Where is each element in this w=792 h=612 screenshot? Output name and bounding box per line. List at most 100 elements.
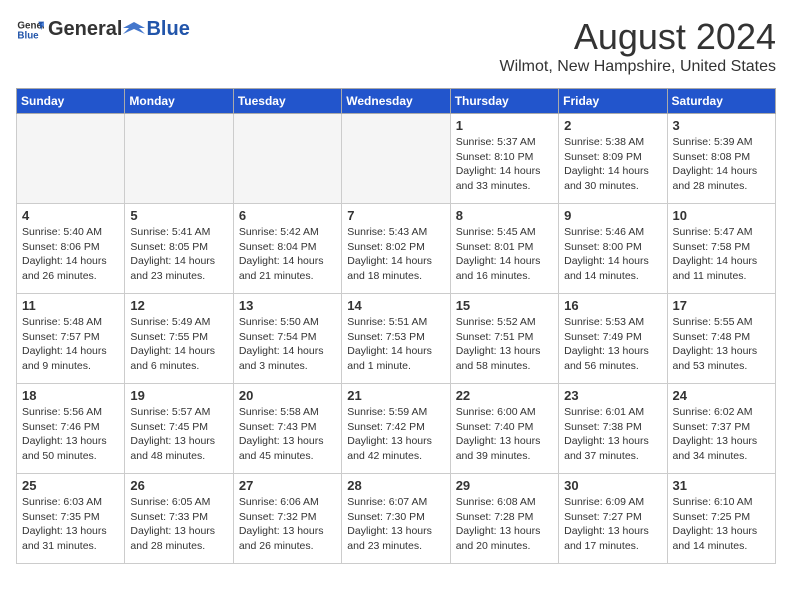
calendar-cell-7: 7Sunrise: 5:43 AMSunset: 8:02 PMDaylight…	[342, 204, 450, 294]
day-number: 18	[22, 388, 119, 403]
calendar-cell-2: 2 Sunrise: 5:38 AMSunset: 8:09 PMDaylight…	[559, 114, 667, 204]
day-header-monday: Monday	[125, 89, 233, 114]
day-number: 24	[673, 388, 770, 403]
day-number: 8	[456, 208, 553, 223]
day-info: Sunrise: 5:52 AMSunset: 7:51 PMDaylight:…	[456, 315, 553, 374]
day-number: 17	[673, 298, 770, 313]
day-number: 4	[22, 208, 119, 223]
day-info: Sunrise: 5:46 AMSunset: 8:00 PMDaylight:…	[564, 225, 661, 284]
week-row-3: 11 Sunrise: 5:48 AMSunset: 7:57 PMDayligh…	[17, 294, 776, 384]
calendar-cell-14: 14Sunrise: 5:51 AMSunset: 7:53 PMDayligh…	[342, 294, 450, 384]
day-number: 22	[456, 388, 553, 403]
day-info: Sunrise: 6:09 AMSunset: 7:27 PMDaylight:…	[564, 495, 661, 554]
day-info: Sunrise: 5:59 AMSunset: 7:42 PMDaylight:…	[347, 405, 444, 464]
calendar-cell-21: 21 Sunrise: 5:59 AMSunset: 7:42 PMDayligh…	[342, 384, 450, 474]
day-info: Sunrise: 5:39 AMSunset: 8:08 PMDaylight:…	[673, 135, 770, 194]
day-number: 31	[673, 478, 770, 493]
week-row-2: 4Sunrise: 5:40 AMSunset: 8:06 PMDaylight…	[17, 204, 776, 294]
day-header-wednesday: Wednesday	[342, 89, 450, 114]
calendar-cell-31: 31 Sunrise: 6:10 AMSunset: 7:25 PMDayligh…	[667, 474, 775, 564]
day-number: 10	[673, 208, 770, 223]
day-number: 21	[347, 388, 444, 403]
day-header-friday: Friday	[559, 89, 667, 114]
day-info: Sunrise: 5:50 AMSunset: 7:54 PMDaylight:…	[239, 315, 336, 374]
day-number: 29	[456, 478, 553, 493]
day-info: Sunrise: 5:47 AMSunset: 7:58 PMDaylight:…	[673, 225, 770, 284]
calendar-cell-empty-2	[233, 114, 341, 204]
calendar-cell-23: 23 Sunrise: 6:01 AMSunset: 7:38 PMDayligh…	[559, 384, 667, 474]
day-info: Sunrise: 6:02 AMSunset: 7:37 PMDaylight:…	[673, 405, 770, 464]
day-number: 16	[564, 298, 661, 313]
day-number: 6	[239, 208, 336, 223]
day-info: Sunrise: 5:57 AMSunset: 7:45 PMDaylight:…	[130, 405, 227, 464]
svg-text:Blue: Blue	[17, 30, 39, 41]
calendar-cell-17: 17 Sunrise: 5:55 AMSunset: 7:48 PMDayligh…	[667, 294, 775, 384]
day-number: 19	[130, 388, 227, 403]
day-info: Sunrise: 6:00 AMSunset: 7:40 PMDaylight:…	[456, 405, 553, 464]
day-info: Sunrise: 5:53 AMSunset: 7:49 PMDaylight:…	[564, 315, 661, 374]
week-row-4: 18 Sunrise: 5:56 AMSunset: 7:46 PMDayligh…	[17, 384, 776, 474]
week-row-1: 1Sunrise: 5:37 AMSunset: 8:10 PMDaylight…	[17, 114, 776, 204]
day-number: 15	[456, 298, 553, 313]
day-number: 28	[347, 478, 444, 493]
day-info: Sunrise: 5:58 AMSunset: 7:43 PMDaylight:…	[239, 405, 336, 464]
calendar-cell-29: 29Sunrise: 6:08 AMSunset: 7:28 PMDayligh…	[450, 474, 558, 564]
day-info: Sunrise: 5:56 AMSunset: 7:46 PMDaylight:…	[22, 405, 119, 464]
day-header-thursday: Thursday	[450, 89, 558, 114]
day-number: 27	[239, 478, 336, 493]
day-info: Sunrise: 5:42 AMSunset: 8:04 PMDaylight:…	[239, 225, 336, 284]
day-info: Sunrise: 6:03 AMSunset: 7:35 PMDaylight:…	[22, 495, 119, 554]
calendar-cell-27: 27 Sunrise: 6:06 AMSunset: 7:32 PMDayligh…	[233, 474, 341, 564]
calendar-cell-9: 9Sunrise: 5:46 AMSunset: 8:00 PMDaylight…	[559, 204, 667, 294]
calendar-cell-19: 19 Sunrise: 5:57 AMSunset: 7:45 PMDayligh…	[125, 384, 233, 474]
day-info: Sunrise: 6:10 AMSunset: 7:25 PMDaylight:…	[673, 495, 770, 554]
day-info: Sunrise: 6:06 AMSunset: 7:32 PMDaylight:…	[239, 495, 336, 554]
day-number: 7	[347, 208, 444, 223]
day-number: 20	[239, 388, 336, 403]
day-number: 25	[22, 478, 119, 493]
day-number: 11	[22, 298, 119, 313]
day-number: 26	[130, 478, 227, 493]
day-info: Sunrise: 6:05 AMSunset: 7:33 PMDaylight:…	[130, 495, 227, 554]
day-info: Sunrise: 5:55 AMSunset: 7:48 PMDaylight:…	[673, 315, 770, 374]
day-info: Sunrise: 5:41 AMSunset: 8:05 PMDaylight:…	[130, 225, 227, 284]
calendar-cell-11: 11 Sunrise: 5:48 AMSunset: 7:57 PMDayligh…	[17, 294, 125, 384]
logo-text: GeneralBlue	[48, 18, 190, 42]
calendar-cell-15: 15 Sunrise: 5:52 AMSunset: 7:51 PMDayligh…	[450, 294, 558, 384]
calendar-cell-30: 30Sunrise: 6:09 AMSunset: 7:27 PMDayligh…	[559, 474, 667, 564]
calendar-cell-26: 26 Sunrise: 6:05 AMSunset: 7:33 PMDayligh…	[125, 474, 233, 564]
day-info: Sunrise: 5:38 AMSunset: 8:09 PMDaylight:…	[564, 135, 661, 194]
day-number: 5	[130, 208, 227, 223]
logo-icon: General Blue	[16, 16, 44, 44]
calendar-cell-12: 12Sunrise: 5:49 AMSunset: 7:55 PMDayligh…	[125, 294, 233, 384]
page-header: General Blue GeneralBlue August 2024 Wil…	[16, 16, 776, 76]
calendar-cell-28: 28Sunrise: 6:07 AMSunset: 7:30 PMDayligh…	[342, 474, 450, 564]
logo-bird-icon	[123, 20, 145, 42]
calendar-cell-3: 3Sunrise: 5:39 AMSunset: 8:08 PMDaylight…	[667, 114, 775, 204]
header-row: SundayMondayTuesdayWednesdayThursdayFrid…	[17, 89, 776, 114]
day-header-saturday: Saturday	[667, 89, 775, 114]
calendar-cell-22: 22 Sunrise: 6:00 AMSunset: 7:40 PMDayligh…	[450, 384, 558, 474]
location-title: Wilmot, New Hampshire, United States	[499, 58, 776, 76]
day-info: Sunrise: 6:01 AMSunset: 7:38 PMDaylight:…	[564, 405, 661, 464]
day-info: Sunrise: 5:51 AMSunset: 7:53 PMDaylight:…	[347, 315, 444, 374]
calendar-cell-18: 18 Sunrise: 5:56 AMSunset: 7:46 PMDayligh…	[17, 384, 125, 474]
month-title: August 2024	[499, 16, 776, 58]
calendar-cell-16: 16 Sunrise: 5:53 AMSunset: 7:49 PMDayligh…	[559, 294, 667, 384]
calendar-cell-empty-1	[125, 114, 233, 204]
day-header-tuesday: Tuesday	[233, 89, 341, 114]
calendar-cell-empty-0	[17, 114, 125, 204]
calendar-cell-1: 1Sunrise: 5:37 AMSunset: 8:10 PMDaylight…	[450, 114, 558, 204]
day-number: 23	[564, 388, 661, 403]
day-number: 13	[239, 298, 336, 313]
calendar-table: SundayMondayTuesdayWednesdayThursdayFrid…	[16, 88, 776, 564]
calendar-cell-25: 25 Sunrise: 6:03 AMSunset: 7:35 PMDayligh…	[17, 474, 125, 564]
calendar-cell-empty-3	[342, 114, 450, 204]
day-info: Sunrise: 5:48 AMSunset: 7:57 PMDaylight:…	[22, 315, 119, 374]
calendar-cell-5: 5 Sunrise: 5:41 AMSunset: 8:05 PMDaylight…	[125, 204, 233, 294]
week-row-5: 25 Sunrise: 6:03 AMSunset: 7:35 PMDayligh…	[17, 474, 776, 564]
day-info: Sunrise: 5:37 AMSunset: 8:10 PMDaylight:…	[456, 135, 553, 194]
calendar-cell-20: 20 Sunrise: 5:58 AMSunset: 7:43 PMDayligh…	[233, 384, 341, 474]
calendar-cell-24: 24 Sunrise: 6:02 AMSunset: 7:37 PMDayligh…	[667, 384, 775, 474]
day-number: 2	[564, 118, 661, 133]
